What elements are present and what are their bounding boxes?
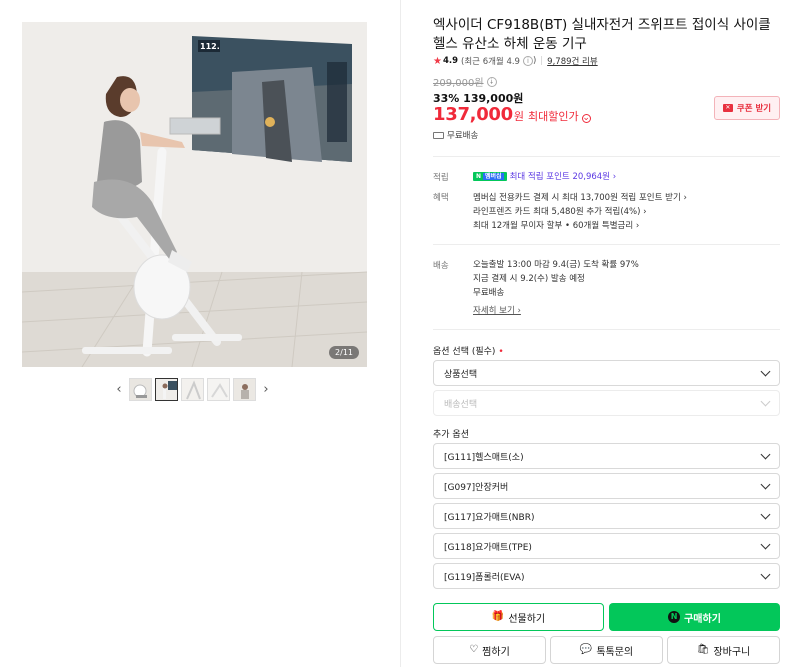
thumbnail-strip: ‹ › bbox=[112, 376, 273, 402]
product-title: 엑사이더 CF918B(BT) 실내자전거 즈위프트 접이식 사이클 헬스 유산… bbox=[433, 17, 771, 52]
max-price-won: 원 bbox=[513, 110, 525, 123]
buy-label: 구매하기 bbox=[684, 613, 721, 625]
divider bbox=[433, 329, 780, 330]
thumbnail-4[interactable] bbox=[207, 377, 230, 401]
free-shipping-text: 무료배송 bbox=[447, 131, 479, 141]
thumbnail-5[interactable] bbox=[233, 377, 256, 401]
prev-thumb-button[interactable]: ‹ bbox=[112, 377, 126, 401]
additional-option-select-3[interactable]: [G117]요가매트(NBR) bbox=[433, 503, 780, 529]
option-value: [G111]헬스매트(소) bbox=[444, 452, 524, 463]
chevron-down-icon bbox=[760, 509, 771, 520]
wish-button[interactable]: ♡ 찜하기 bbox=[433, 636, 546, 664]
heart-icon: ♡ bbox=[469, 644, 479, 655]
divider bbox=[433, 244, 780, 245]
delivery-label: 배송 bbox=[433, 261, 449, 271]
gift-button[interactable]: 🎁 선물하기 bbox=[433, 603, 604, 631]
shipping-select-placeholder: 배송선택 bbox=[444, 399, 478, 410]
additional-option-select-4[interactable]: [G118]요가매트(TPE) bbox=[433, 533, 780, 559]
next-thumb-button[interactable]: › bbox=[259, 377, 273, 401]
points-label: 적립 bbox=[433, 173, 449, 183]
rating-divider: | bbox=[540, 56, 544, 66]
option-value: [G117]요가매트(NBR) bbox=[444, 512, 535, 523]
coupon-icon: ✕ bbox=[722, 104, 733, 112]
delivery-line-1: 오늘출발 13:00 마감 9.4(금) 도착 확률 97% bbox=[473, 260, 639, 270]
image-counter: 2/11 bbox=[329, 346, 359, 359]
buy-button[interactable]: N 구매하기 bbox=[609, 603, 780, 631]
divider bbox=[433, 156, 780, 157]
benefits-label: 혜택 bbox=[433, 193, 449, 203]
chevron-down-icon bbox=[760, 366, 771, 377]
price-info-icon[interactable]: i bbox=[486, 76, 497, 87]
points-row[interactable]: N 멤버십 최대 적립 포인트 20,964원 › bbox=[473, 170, 616, 182]
gift-icon: 🎁 bbox=[491, 611, 505, 622]
thumbnail-3[interactable] bbox=[181, 377, 204, 401]
info-icon[interactable]: i bbox=[522, 56, 533, 66]
required-options-label: 옵션 선택 (필수) • bbox=[433, 347, 504, 357]
option-value: [G118]요가매트(TPE) bbox=[444, 542, 532, 553]
star-icon: ★ bbox=[433, 55, 442, 67]
additional-option-select-5[interactable]: [G119]폼롤러(EVA) bbox=[433, 563, 780, 589]
coupon-label: 쿠폰 받기 bbox=[736, 104, 772, 114]
talk-label: 톡톡문의 bbox=[596, 646, 634, 658]
thumbnail-1[interactable] bbox=[129, 377, 152, 401]
delivery-line-3: 무료배송 bbox=[473, 288, 505, 298]
additional-options-label: 추가 옵션 bbox=[433, 430, 469, 440]
chevron-down-icon bbox=[760, 479, 771, 490]
max-discount-price[interactable]: 137,000 원 최대할인가 ⌄ bbox=[433, 104, 591, 125]
chevron-down-icon bbox=[760, 449, 771, 460]
shopping-bag-icon: 🛍 bbox=[696, 644, 710, 655]
chevron-down-icon bbox=[760, 569, 771, 580]
option-value: [G119]폼롤러(EVA) bbox=[444, 572, 525, 583]
gift-label: 선물하기 bbox=[508, 613, 546, 625]
benefit-line-1[interactable]: 멤버십 전용카드 결제 시 최대 13,700원 적립 포인트 받기 › bbox=[473, 191, 687, 203]
truck-icon bbox=[433, 131, 444, 139]
free-shipping: 무료배송 bbox=[433, 129, 478, 141]
shipping-select[interactable]: 배송선택 bbox=[433, 390, 780, 416]
review-count-link[interactable]: 9,789건 리뷰 bbox=[547, 55, 598, 67]
product-select-value: 상품선택 bbox=[444, 369, 478, 380]
rating-recent: (최근 6개월 4.9 bbox=[461, 57, 520, 67]
benefit-line-3[interactable]: 최대 12개월 무이자 할부 • 60개월 특별금리 › bbox=[473, 219, 639, 231]
chat-icon: 💬 bbox=[579, 644, 593, 655]
talktalk-button[interactable]: 💬 톡톡문의 bbox=[550, 636, 663, 664]
chevron-down-icon bbox=[760, 396, 771, 407]
delivery-line-2: 지금 결제 시 9.2(수) 발송 예정 bbox=[473, 274, 585, 284]
max-price-label: 최대할인가 bbox=[528, 110, 579, 123]
screen-stat: 112. bbox=[200, 42, 220, 51]
product-main-image[interactable]: 112. 2/11 bbox=[22, 22, 367, 367]
coupon-button[interactable]: ✕ 쿠폰 받기 bbox=[714, 96, 780, 120]
rating-row: ★ 4.9 (최근 6개월 4.9 i) | 9,789건 리뷰 bbox=[433, 55, 598, 68]
npay-membership-badge: N 멤버십 bbox=[473, 172, 507, 181]
rating-score: 4.9 bbox=[442, 56, 459, 66]
panel-divider bbox=[400, 0, 401, 667]
wish-label: 찜하기 bbox=[482, 646, 510, 658]
product-select[interactable]: 상품선택 bbox=[433, 360, 780, 386]
original-price: 209,000원 i bbox=[433, 74, 497, 89]
thumbnail-2-selected[interactable] bbox=[155, 377, 178, 401]
chevron-down-icon bbox=[760, 539, 771, 550]
cart-label: 장바구니 bbox=[713, 646, 751, 658]
points-text: 최대 적립 포인트 20,964원 bbox=[509, 172, 611, 182]
delivery-detail-link[interactable]: 자세히 보기 › bbox=[473, 304, 521, 316]
max-price-number: 137,000 bbox=[433, 104, 513, 125]
additional-option-select-1[interactable]: [G111]헬스매트(소) bbox=[433, 443, 780, 469]
benefit-line-2[interactable]: 라인프렌즈 카드 최대 5,480원 추가 적립(4%) › bbox=[473, 205, 647, 217]
additional-option-select-2[interactable]: [G097]안장커버 bbox=[433, 473, 780, 499]
product-photo: 112. bbox=[22, 22, 367, 367]
original-price-text: 209,000원 bbox=[433, 78, 484, 89]
points-arrow: › bbox=[612, 172, 617, 182]
chevron-down-icon[interactable]: ⌄ bbox=[581, 114, 591, 123]
cart-button[interactable]: 🛍 장바구니 bbox=[667, 636, 780, 664]
option-value: [G097]안장커버 bbox=[444, 482, 509, 493]
npay-icon: N bbox=[668, 611, 681, 623]
